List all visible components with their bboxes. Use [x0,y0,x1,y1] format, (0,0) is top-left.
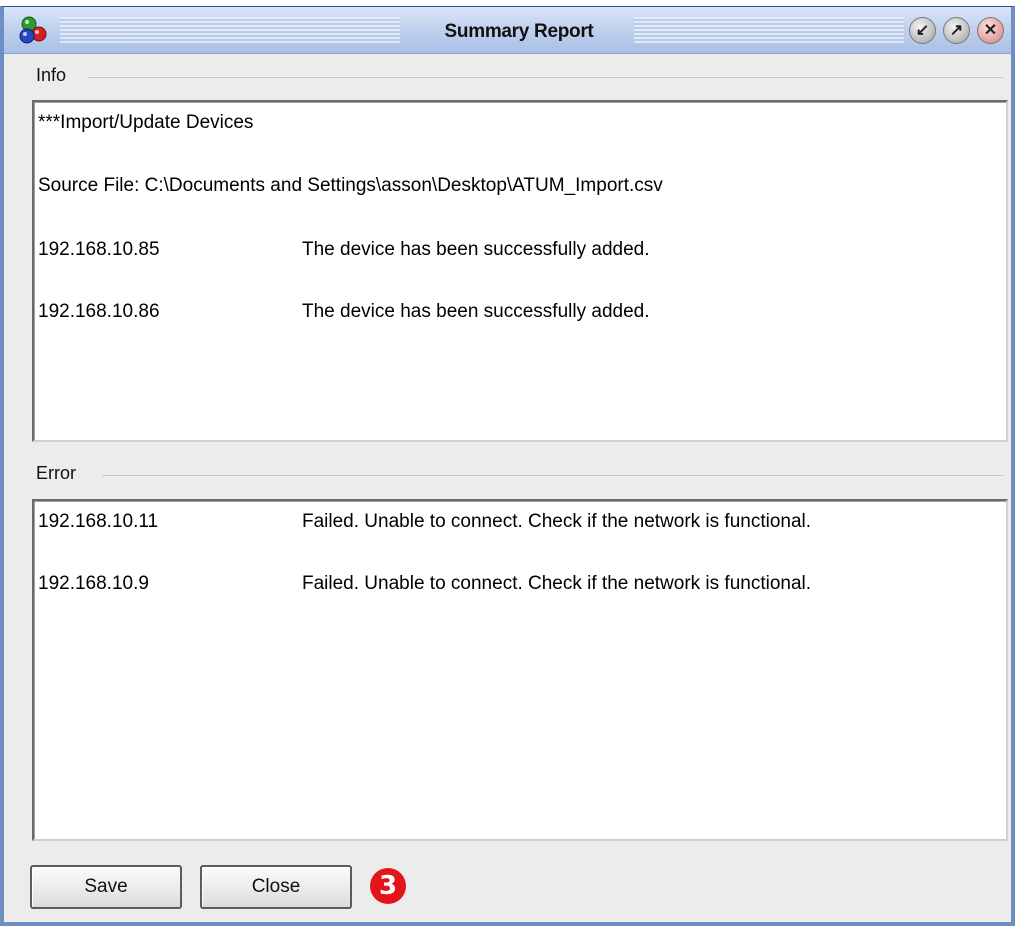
title-bar-grip-left [60,17,400,43]
info-group-divider [88,77,1003,78]
info-group-label: Info [36,65,67,85]
error-group-divider [102,475,1003,476]
error-row-message: Failed. Unable to connect. Check if the … [302,573,812,594]
error-group-label: Error [36,463,76,483]
source-file-text: Source File: C:\Documents and Settings\a… [38,175,663,196]
error-text-area[interactable]: 192.168.10.11 Failed. Unable to connect.… [32,499,1008,841]
title-bar-grip-right [634,17,904,43]
info-row-ip: 192.168.10.86 [38,301,160,322]
info-header-text: ***Import/Update Devices [38,112,254,133]
step-callout-badge: 3 [370,868,406,904]
error-row-ip: 192.168.10.11 [38,511,159,532]
info-text-area[interactable]: ***Import/Update Devices Source File: C:… [32,100,1008,442]
info-row-message: The device has been successfully added. [302,301,650,322]
app-icon [19,16,47,44]
maximize-icon[interactable]: ↗ [943,17,970,44]
info-row-ip: 192.168.10.85 [38,239,160,260]
close-icon[interactable]: ✕ [977,17,1004,44]
window-title: Summary Report [444,21,594,42]
error-row-message: Failed. Unable to connect. Check if the … [302,511,812,532]
error-row-ip: 192.168.10.9 [38,573,149,594]
close-button[interactable]: Close [200,865,352,909]
save-button[interactable]: Save [30,865,182,909]
summary-report-window: Summary Report ↙ ↗ ✕ Info ***Import/Upda… [0,6,1015,926]
minimize-icon[interactable]: ↙ [909,17,936,44]
title-bar[interactable]: Summary Report ↙ ↗ ✕ [4,7,1011,54]
info-row-message: The device has been successfully added. [302,239,650,260]
